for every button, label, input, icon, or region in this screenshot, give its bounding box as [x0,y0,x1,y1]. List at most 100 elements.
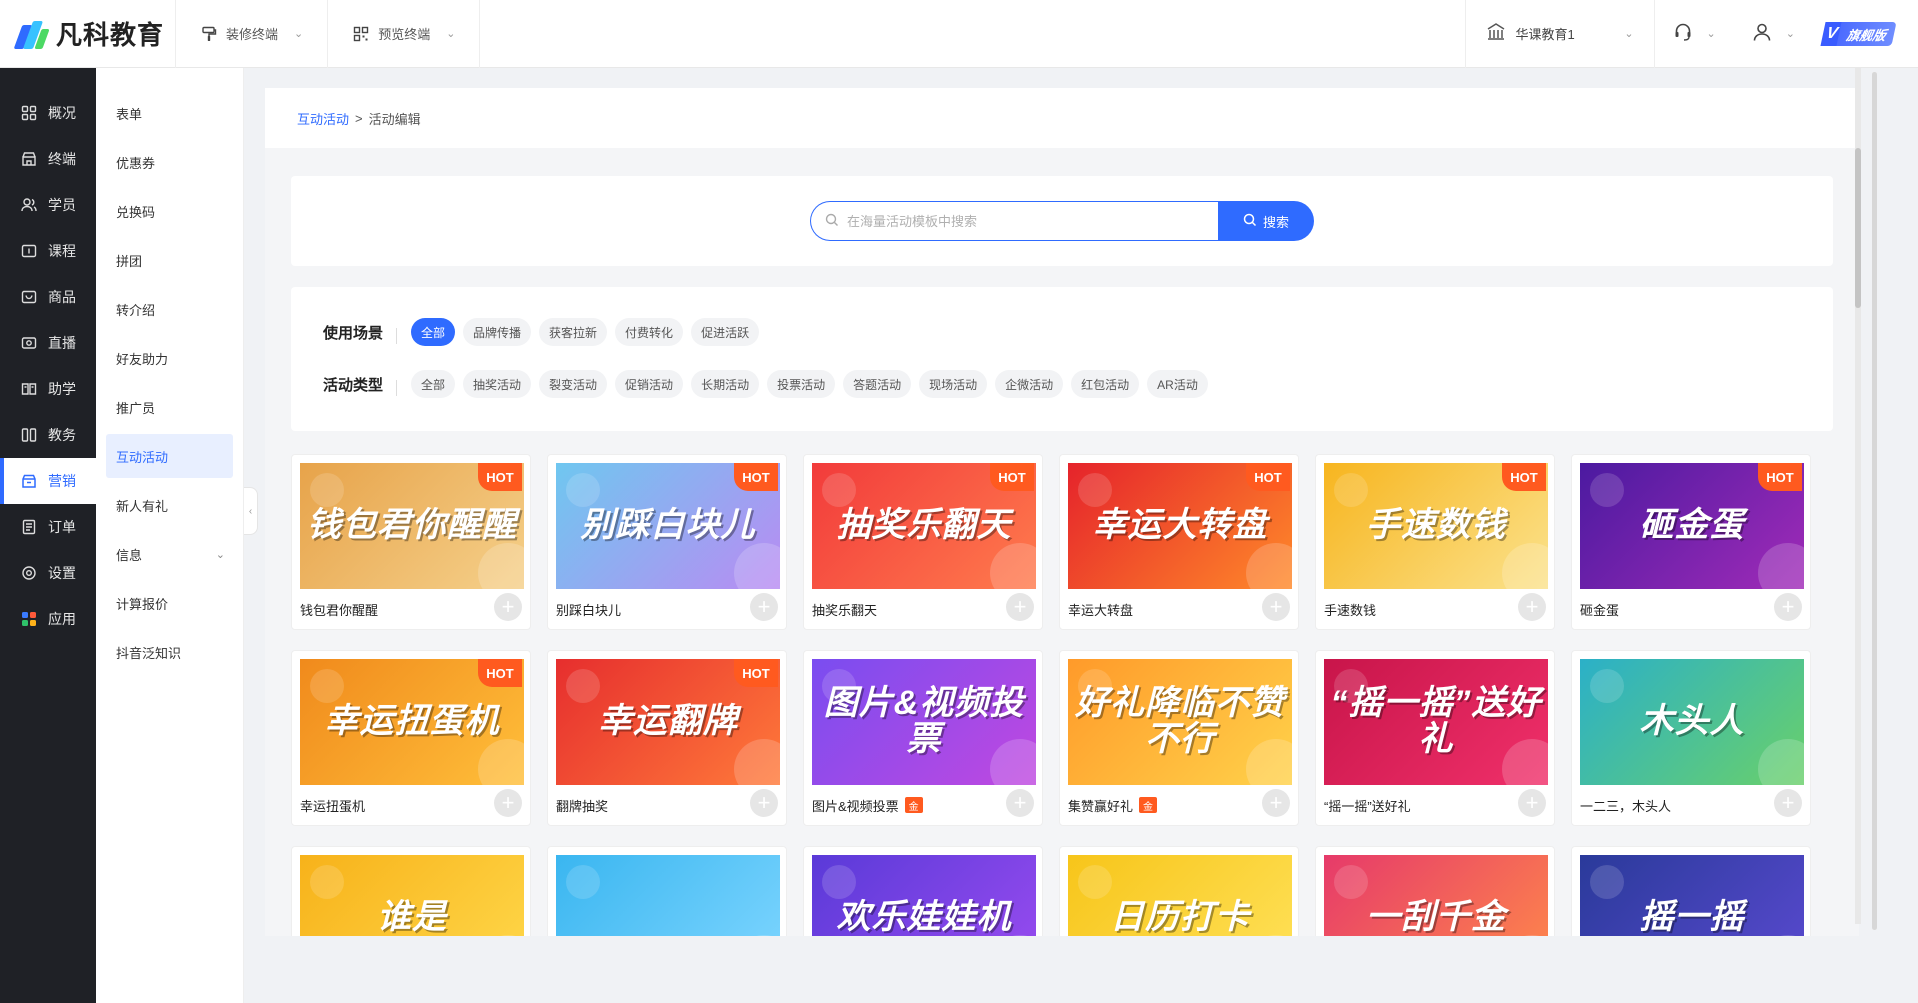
template-card[interactable]: 幸运大转盘 HOT 幸运大转盘 + [1059,454,1299,630]
subnav-item-0[interactable]: 表单 [106,91,233,135]
template-card[interactable]: 砸金蛋 HOT 砸金蛋 + [1571,454,1811,630]
filter-chip-type-0[interactable]: 全部 [411,370,456,398]
columns-icon [20,426,38,444]
subnav-item-6[interactable]: 推广员 [106,385,233,429]
template-card[interactable]: “摇一摇”送好礼 “摇一摇”送好礼 + [1315,650,1555,826]
subnav-item-5[interactable]: 好友助力 [106,336,233,380]
nav-item-label: 营销 [48,473,76,489]
filter-chip-type-5[interactable]: 投票活动 [767,370,836,398]
filter-chip-type-3[interactable]: 促销活动 [615,370,684,398]
decorate-terminal-button[interactable]: 装修终端 ⌄ [176,0,329,68]
search-button[interactable]: 搜索 [1218,201,1314,241]
template-card[interactable]: 手速数钱 HOT 手速数钱 + [1315,454,1555,630]
nav-item-7[interactable]: 教务 [0,412,96,458]
template-thumbnail[interactable]: “摇一摇”送好礼 [1324,659,1548,785]
nav-item-9[interactable]: 订单 [0,504,96,550]
template-thumbnail[interactable]: 木头人 [1580,659,1804,785]
subnav-item-1[interactable]: 优惠券 [106,140,233,184]
nav-item-3[interactable]: 课程 [0,228,96,274]
search-input-wrapper[interactable] [810,201,1218,241]
filter-chip-type-4[interactable]: 长期活动 [691,370,760,398]
user-menu-button[interactable]: ⌄ [1734,0,1813,68]
plus-icon[interactable]: + [494,789,522,817]
plus-icon[interactable]: + [1774,789,1802,817]
support-button[interactable]: ⌄ [1655,0,1734,68]
template-card[interactable]: 日历打卡+ [1059,846,1299,936]
nav-item-0[interactable]: 概况 [0,90,96,136]
nav-item-2[interactable]: 学员 [0,182,96,228]
subnav-item-10[interactable]: 计算报价 [106,581,233,625]
filter-chip-scene-4[interactable]: 促进活跃 [691,318,760,346]
page-scrollbar[interactable] [1872,72,1877,930]
filter-chip-type-9[interactable]: 红包活动 [1071,370,1140,398]
filter-chip-type-7[interactable]: 现场活动 [919,370,988,398]
template-card[interactable]: 图片&视频投票 图片&视频投票金 + [803,650,1043,826]
plus-icon[interactable]: + [1006,789,1034,817]
template-thumbnail[interactable] [556,855,780,936]
nav-item-4[interactable]: 商品 [0,274,96,320]
nav-item-1[interactable]: 终端 [0,136,96,182]
template-card[interactable]: 欢乐娃娃机+ [803,846,1043,936]
content-scrollbar[interactable] [1855,68,1861,924]
template-thumbnail[interactable]: 图片&视频投票 [812,659,1036,785]
edition-badge[interactable]: V 旗舰版 [1820,21,1897,46]
nav-item-6[interactable]: 助学 [0,366,96,412]
subnav-item-2[interactable]: 兑换码 [106,189,233,233]
plus-icon[interactable]: + [1774,593,1802,621]
plus-icon[interactable]: + [750,593,778,621]
nav-item-11[interactable]: 应用 [0,596,96,642]
plus-icon[interactable]: + [1006,593,1034,621]
template-card[interactable]: 木头人 一二三，木头人 + [1571,650,1811,826]
collapse-subnav-handle[interactable]: ‹ [244,487,258,535]
filter-chip-type-2[interactable]: 裂变活动 [539,370,608,398]
org-switcher[interactable]: 华课教育1 ⌄ [1464,0,1655,68]
nav-item-5[interactable]: 直播 [0,320,96,366]
template-card[interactable]: 钱包君你醒醒 HOT 钱包君你醒醒 + [291,454,531,630]
search-input[interactable] [847,213,1207,229]
filter-chip-type-1[interactable]: 抽奖活动 [463,370,532,398]
template-card[interactable]: 谁是+ [291,846,531,936]
subnav-item-3[interactable]: 拼团 [106,238,233,282]
nav-item-10[interactable]: 设置 [0,550,96,596]
filter-chip-type-10[interactable]: AR活动 [1147,370,1208,398]
template-thumbnail[interactable]: 谁是 [300,855,524,936]
plus-icon[interactable]: + [494,593,522,621]
plus-icon[interactable]: + [1262,593,1290,621]
template-card[interactable]: 抽奖乐翻天 HOT 抽奖乐翻天 + [803,454,1043,630]
brand-logo[interactable]: 凡科教育 [0,0,176,68]
template-thumbnail[interactable]: 好礼降临不赞不行 [1068,659,1292,785]
subnav-item-9[interactable]: 信息 ⌄ [106,532,233,576]
subnav-item-8[interactable]: 新人有礼 [106,483,233,527]
breadcrumb-parent-link[interactable]: 互动活动 [297,109,349,128]
template-card[interactable]: 一刮千金+ [1315,846,1555,936]
subnav-item-7[interactable]: 互动活动 [106,434,233,478]
template-card[interactable]: + [547,846,787,936]
filter-chip-type-6[interactable]: 答题活动 [843,370,912,398]
content-scrollbar-thumb[interactable] [1855,148,1861,308]
plus-icon[interactable]: + [1518,593,1546,621]
template-card[interactable]: 好礼降临不赞不行 集赞赢好礼金 + [1059,650,1299,826]
filter-chip-scene-1[interactable]: 品牌传播 [463,318,532,346]
subnav-item-4[interactable]: 转介绍 [106,287,233,331]
template-card[interactable]: 幸运翻牌 HOT 翻牌抽奖 + [547,650,787,826]
template-thumbnail[interactable]: 欢乐娃娃机 [812,855,1036,936]
nav-item-8[interactable]: 营销 [0,458,96,504]
template-thumbnail[interactable]: 日历打卡 [1068,855,1292,936]
filter-chip-scene-2[interactable]: 获客拉新 [539,318,608,346]
preview-terminal-button[interactable]: 预览终端 ⌄ [328,0,481,68]
page-scrollbar-thumb[interactable] [1872,72,1877,930]
template-thumbnail[interactable]: 一刮千金 [1324,855,1548,936]
plus-icon[interactable]: + [1518,789,1546,817]
filter-chip-scene-0[interactable]: 全部 [411,318,456,346]
template-card[interactable]: 摇一摇+ [1571,846,1811,936]
template-card[interactable]: 别踩白块儿 HOT 别踩白块儿 + [547,454,787,630]
template-card[interactable]: 幸运扭蛋机 HOT 幸运扭蛋机 + [291,650,531,826]
filter-chip-type-8[interactable]: 企微活动 [995,370,1064,398]
plus-icon[interactable]: + [750,789,778,817]
thumbnail-decoration [310,865,344,899]
template-thumbnail[interactable]: 摇一摇 [1580,855,1804,936]
subnav-item-11[interactable]: 抖音泛知识 [106,630,233,674]
filter-chip-scene-3[interactable]: 付费转化 [615,318,684,346]
plus-icon[interactable]: + [1262,789,1290,817]
nav-item-label: 直播 [48,335,76,351]
